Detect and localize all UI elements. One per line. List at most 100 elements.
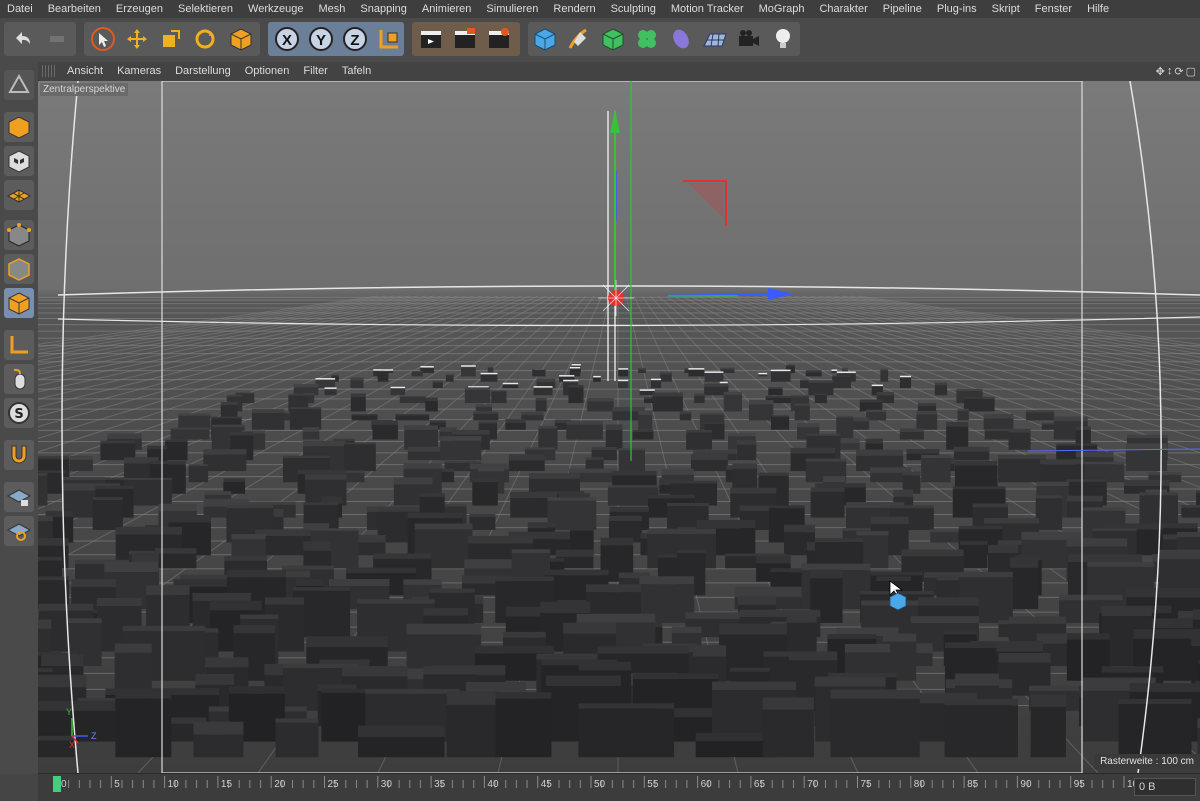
menu-item-werkzeuge[interactable]: Werkzeuge	[241, 3, 311, 15]
viewport-menu-optionen[interactable]: Optionen	[238, 65, 297, 77]
select-icon	[91, 27, 115, 51]
menu-item-rendern[interactable]: Rendern	[546, 3, 603, 15]
axis-x-lock-button[interactable]	[272, 24, 302, 54]
axis-y-icon	[309, 27, 333, 51]
redo-icon	[50, 36, 64, 42]
menu-item-plug-ins[interactable]: Plug-ins	[930, 3, 985, 15]
mode-polygons-button[interactable]	[4, 288, 34, 318]
redo-button[interactable]	[42, 24, 72, 54]
menu-item-simulieren[interactable]: Simulieren	[479, 3, 546, 15]
menu-item-mesh[interactable]: Mesh	[311, 3, 353, 15]
timeline-tick-label: 10	[168, 779, 180, 790]
menu-item-charakter[interactable]: Charakter	[812, 3, 875, 15]
menu-item-skript[interactable]: Skript	[985, 3, 1028, 15]
workplane-lock-button[interactable]	[4, 482, 34, 512]
menu-item-animieren[interactable]: Animieren	[415, 3, 480, 15]
workplane-align-icon	[6, 523, 32, 541]
camera-object-button[interactable]	[734, 24, 764, 54]
render-settings-icon	[489, 28, 509, 48]
timeline-tick-label: 40	[487, 779, 499, 790]
rotate-view-icon[interactable]: ⟳	[1174, 65, 1183, 78]
timeline-tick-label: 55	[647, 779, 659, 790]
viewport-menu-ansicht[interactable]: Ansicht	[60, 65, 110, 77]
timeline-tick-label: 0	[61, 779, 67, 790]
menu-item-hilfe[interactable]: Hilfe	[1080, 3, 1117, 15]
menu-item-datei[interactable]: Datei	[0, 3, 41, 15]
mode-workplane-button[interactable]	[4, 180, 34, 210]
timeline-tick-label: 35	[434, 779, 446, 790]
solo-mode-button[interactable]: S	[4, 398, 34, 428]
tweak-mode-button[interactable]	[4, 364, 34, 394]
render-picture-viewer-button[interactable]	[450, 24, 480, 54]
end-frame-field[interactable]: 0 B	[1134, 778, 1196, 796]
axis-mode-button[interactable]	[4, 330, 34, 360]
menu-item-snapping[interactable]: Snapping	[353, 3, 415, 15]
menu-item-selektieren[interactable]: Selektieren	[171, 3, 241, 15]
timeline-ticks: 0510152025303540455055606570758085909510…	[53, 776, 1138, 792]
subdivision-surface-button[interactable]	[598, 24, 628, 54]
timeline-tick-label: 85	[967, 779, 979, 790]
move-view-icon[interactable]: ✥	[1156, 65, 1165, 78]
viewport-nav-icons: ✥ ↕ ⟳ ▢	[1156, 62, 1196, 80]
zoom-view-icon[interactable]: ↕	[1167, 65, 1173, 77]
floor-icon	[703, 33, 727, 47]
viewport-menu-tafeln[interactable]: Tafeln	[335, 65, 378, 77]
axis-y-lock-button[interactable]	[306, 24, 336, 54]
live-select-button[interactable]	[88, 24, 118, 54]
light-object-button[interactable]	[768, 24, 798, 54]
object-mode-icon	[8, 116, 30, 139]
menu-item-fenster[interactable]: Fenster	[1028, 3, 1080, 15]
maximize-view-icon[interactable]: ▢	[1186, 65, 1196, 78]
axis-z-icon	[343, 27, 367, 51]
mode-points-button[interactable]	[4, 220, 34, 250]
mode-model-button[interactable]	[4, 70, 34, 100]
render-settings-button[interactable]	[484, 24, 514, 54]
axis-z-lock-button[interactable]	[340, 24, 370, 54]
workplane-align-button[interactable]	[4, 516, 34, 546]
menu-item-sculpting[interactable]: Sculpting	[604, 3, 664, 15]
timeline-tick-label: 25	[328, 779, 340, 790]
mode-edges-button[interactable]	[4, 254, 34, 284]
current-frame-marker[interactable]	[53, 776, 61, 792]
mode-texture-button[interactable]	[4, 146, 34, 176]
menu-item-motion-tracker[interactable]: Motion Tracker	[664, 3, 752, 15]
pen-spline-button[interactable]	[564, 24, 594, 54]
timeline-tick-label: 95	[1074, 779, 1086, 790]
deformer-button[interactable]	[666, 24, 696, 54]
timeline-tick-label: 15	[221, 779, 233, 790]
y-axis-arrow[interactable]	[610, 109, 620, 133]
grip-icon	[42, 65, 56, 77]
model-mode-icon	[8, 73, 30, 93]
mode-object-button[interactable]	[4, 112, 34, 142]
main-toolbar: X Y Z	[0, 18, 1200, 63]
coordinate-system-button[interactable]	[374, 24, 404, 54]
move-button[interactable]	[122, 24, 152, 54]
timeline-tick-label: 50	[594, 779, 606, 790]
viewport-menu-bar: Ansicht Kameras Darstellung Optionen Filter T…	[38, 62, 1200, 80]
scale-button[interactable]	[156, 24, 186, 54]
menu-item-mograph[interactable]: MoGraph	[752, 3, 813, 15]
coordinate-system-icon	[379, 30, 398, 49]
undo-button[interactable]	[8, 24, 38, 54]
viewport-menu-darstellung[interactable]: Darstellung	[168, 65, 238, 77]
recent-object-button[interactable]	[226, 24, 256, 54]
render-view-button[interactable]	[416, 24, 446, 54]
menu-item-erzeugen[interactable]: Erzeugen	[109, 3, 171, 15]
cube-object-button[interactable]	[530, 24, 560, 54]
floor-object-button[interactable]	[700, 24, 730, 54]
mograph-cloner-button[interactable]	[632, 24, 662, 54]
pen-icon	[568, 28, 587, 49]
axis-indicator-x-label: X	[69, 740, 76, 750]
timeline-tick-label: 60	[701, 779, 713, 790]
snap-toggle-button[interactable]	[4, 440, 34, 470]
timeline-ruler[interactable]: 0 5 10 15 20 25 30 35 40 45 50 55 60 65 70 75 80 85 90 95 1 0…	[38, 773, 1200, 801]
viewport-menu-filter[interactable]: Filter	[296, 65, 334, 77]
rotate-button[interactable]	[190, 24, 220, 54]
menu-item-bearbeiten[interactable]: Bearbeiten	[41, 3, 109, 15]
viewport-menu-kameras[interactable]: Kameras	[110, 65, 168, 77]
3d-viewport[interactable]: Zentralperspektive Y Z X Rasterweite : 1…	[38, 81, 1200, 773]
undo-icon	[16, 32, 30, 44]
menu-item-pipeline[interactable]: Pipeline	[876, 3, 930, 15]
timeline-tick-label: 65	[754, 779, 766, 790]
render-picture-icon	[455, 28, 475, 48]
